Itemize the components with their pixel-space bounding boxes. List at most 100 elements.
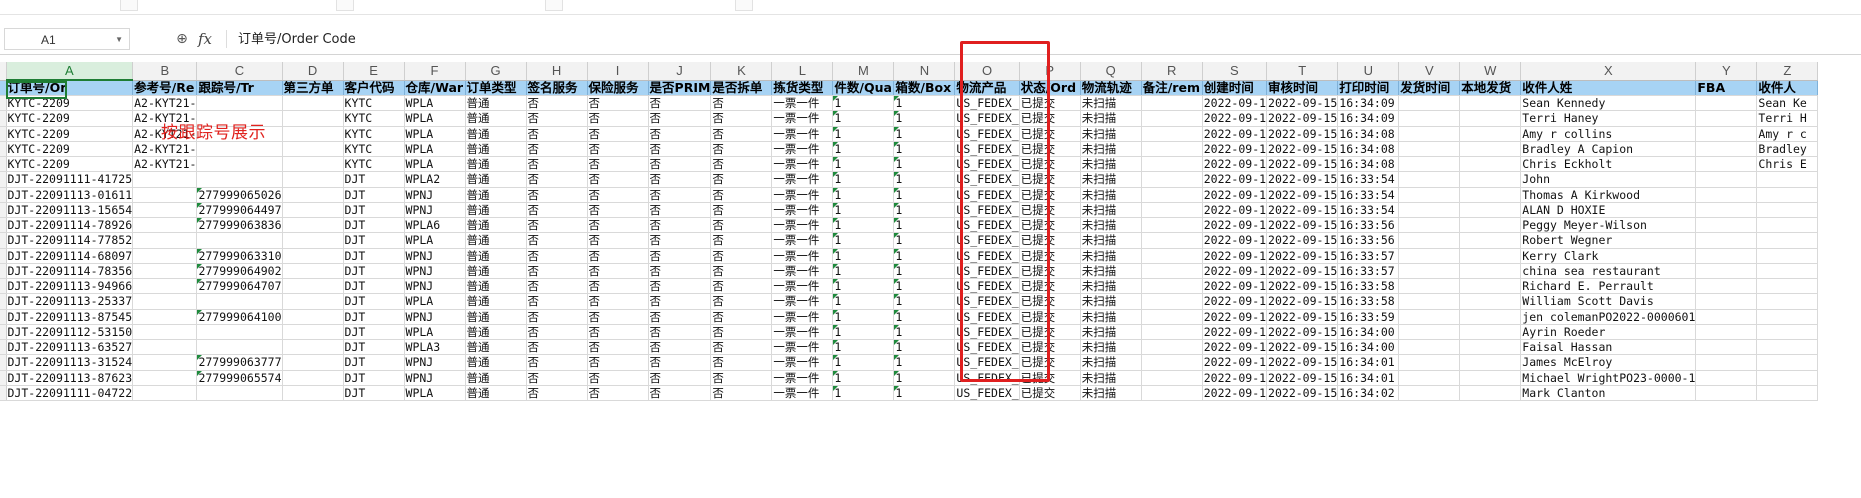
- table-cell[interactable]: 否: [587, 217, 649, 234]
- table-cell[interactable]: [1141, 95, 1203, 112]
- column-header-u[interactable]: U: [1337, 62, 1400, 81]
- header-cell[interactable]: 创建时间: [1202, 80, 1268, 96]
- table-cell[interactable]: [1756, 293, 1819, 310]
- table-cell[interactable]: [1459, 232, 1522, 249]
- table-cell[interactable]: 16:33:56: [1337, 217, 1400, 234]
- table-cell[interactable]: 否: [526, 217, 588, 234]
- header-cell[interactable]: 收件人姓: [1520, 80, 1697, 96]
- table-cell[interactable]: 否: [526, 202, 588, 219]
- table-cell[interactable]: 已提交: [1019, 293, 1081, 310]
- table-cell[interactable]: 否: [710, 187, 773, 203]
- table-cell[interactable]: 否: [710, 232, 773, 249]
- table-cell[interactable]: 普通: [465, 232, 527, 249]
- table-cell[interactable]: 否: [587, 171, 649, 188]
- header-cell[interactable]: 签名服务: [526, 80, 588, 96]
- table-cell[interactable]: 16:33:54: [1337, 187, 1400, 203]
- table-cell[interactable]: [1141, 354, 1203, 371]
- table-cell[interactable]: 一票一件: [771, 217, 834, 234]
- table-cell[interactable]: WPLA: [404, 156, 466, 173]
- table-cell[interactable]: Richard E. Perrault: [1520, 278, 1697, 295]
- table-cell[interactable]: DJT: [343, 217, 405, 234]
- table-cell[interactable]: WPNJ: [404, 187, 466, 203]
- table-cell[interactable]: 1: [832, 248, 895, 264]
- table-cell[interactable]: [196, 171, 283, 188]
- table-cell[interactable]: 否: [710, 202, 773, 219]
- table-cell[interactable]: 1: [893, 141, 956, 158]
- table-cell[interactable]: 1: [893, 95, 956, 112]
- table-cell[interactable]: KYTC: [343, 156, 405, 173]
- header-cell[interactable]: 状态/Ord: [1019, 80, 1081, 96]
- table-cell[interactable]: 未扫描: [1080, 263, 1142, 280]
- table-cell[interactable]: 1: [893, 202, 956, 219]
- table-cell[interactable]: [1398, 232, 1461, 249]
- table-cell[interactable]: [132, 187, 198, 203]
- table-cell[interactable]: [132, 339, 198, 356]
- table-cell[interactable]: DJT: [343, 278, 405, 295]
- table-cell[interactable]: 2022-09-15: [1266, 187, 1339, 203]
- table-cell[interactable]: KYTC-2209: [6, 126, 134, 142]
- table-cell[interactable]: 普通: [465, 110, 527, 127]
- table-cell[interactable]: 未扫描: [1080, 232, 1142, 249]
- table-cell[interactable]: 16:33:54: [1337, 202, 1400, 219]
- table-cell[interactable]: 16:34:08: [1337, 126, 1400, 142]
- table-cell[interactable]: 否: [526, 248, 588, 264]
- table-cell[interactable]: 否: [526, 156, 588, 173]
- table-cell[interactable]: [1459, 156, 1522, 173]
- table-cell[interactable]: WPNJ: [404, 354, 466, 371]
- table-cell[interactable]: 否: [648, 126, 712, 142]
- table-cell[interactable]: KYTC: [343, 110, 405, 127]
- table-cell[interactable]: 未扫描: [1080, 339, 1142, 356]
- table-cell[interactable]: 1: [832, 232, 895, 249]
- table-cell[interactable]: 已提交: [1019, 324, 1081, 341]
- table-cell[interactable]: 否: [710, 293, 773, 310]
- table-cell[interactable]: DJT: [343, 324, 405, 341]
- table-cell[interactable]: 2022-09-1: [1202, 324, 1268, 341]
- table-cell[interactable]: [132, 324, 198, 341]
- table-cell[interactable]: [1141, 309, 1203, 325]
- table-cell[interactable]: [1459, 248, 1522, 264]
- header-cell[interactable]: 是否拆单: [710, 80, 773, 96]
- table-cell[interactable]: [1695, 202, 1758, 219]
- table-cell[interactable]: 1: [832, 187, 895, 203]
- table-cell[interactable]: [1695, 232, 1758, 249]
- table-cell[interactable]: 1: [832, 217, 895, 234]
- table-cell[interactable]: [1756, 370, 1819, 386]
- table-cell[interactable]: 2022-09-15: [1266, 110, 1339, 127]
- table-cell[interactable]: 否: [587, 354, 649, 371]
- table-cell[interactable]: 2022-09-15: [1266, 324, 1339, 341]
- table-cell[interactable]: 1: [832, 324, 895, 341]
- table-cell[interactable]: 否: [710, 217, 773, 234]
- column-header-p[interactable]: P: [1019, 62, 1081, 81]
- header-cell[interactable]: 保险服务: [587, 80, 649, 96]
- table-cell[interactable]: DJT-22091113-15654: [6, 202, 134, 219]
- table-cell[interactable]: 否: [526, 370, 588, 386]
- table-cell[interactable]: [196, 324, 283, 341]
- table-cell[interactable]: 否: [648, 278, 712, 295]
- table-cell[interactable]: 未扫描: [1080, 202, 1142, 219]
- table-cell[interactable]: [1398, 156, 1461, 173]
- table-cell[interactable]: 否: [648, 248, 712, 264]
- table-cell[interactable]: 1: [832, 141, 895, 158]
- table-cell[interactable]: [1398, 217, 1461, 234]
- table-cell[interactable]: WPLA2: [404, 171, 466, 188]
- table-cell[interactable]: Peggy Meyer-Wilson: [1520, 217, 1697, 234]
- table-cell[interactable]: 16:34:09: [1337, 110, 1400, 127]
- table-cell[interactable]: 16:33:58: [1337, 293, 1400, 310]
- table-cell[interactable]: jen colemanPO2022-0000601: [1520, 309, 1697, 325]
- header-cell[interactable]: 是否PRIM: [648, 80, 712, 96]
- table-cell[interactable]: 1: [893, 354, 956, 371]
- table-cell[interactable]: US_FEDEX_: [954, 171, 1020, 188]
- table-cell[interactable]: 已提交: [1019, 156, 1081, 173]
- table-cell[interactable]: [1695, 156, 1758, 173]
- table-cell[interactable]: 2022-09-15: [1266, 202, 1339, 219]
- table-cell[interactable]: [282, 354, 344, 371]
- table-cell[interactable]: 16:34:01: [1337, 354, 1400, 371]
- table-cell[interactable]: 16:33:54: [1337, 171, 1400, 188]
- table-cell[interactable]: 2022-09-15: [1266, 232, 1339, 249]
- table-cell[interactable]: 2022-09-1: [1202, 156, 1268, 173]
- column-header-f[interactable]: F: [404, 62, 466, 81]
- table-cell[interactable]: 1: [893, 126, 956, 142]
- table-cell[interactable]: [1756, 263, 1819, 280]
- table-cell[interactable]: [1459, 324, 1522, 341]
- table-cell[interactable]: [132, 385, 198, 402]
